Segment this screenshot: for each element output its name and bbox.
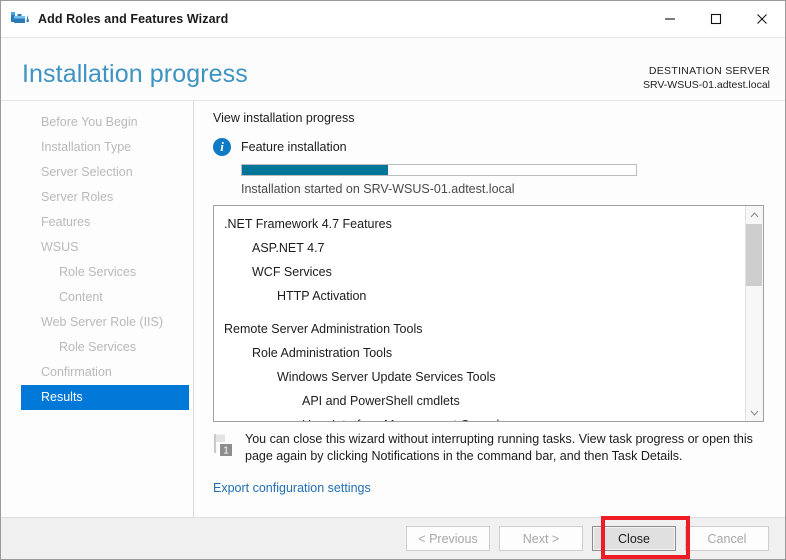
feature-installation-label: Feature installation	[241, 140, 347, 154]
add-roles-wizard-window: Add Roles and Features Wizard Installati…	[0, 0, 786, 560]
wizard-body: Before You BeginInstallation TypeServer …	[1, 101, 785, 517]
destination-server: DESTINATION SERVER SRV-WSUS-01.adtest.lo…	[643, 64, 770, 92]
list-item[interactable]: Remote Server Administration Tools	[214, 317, 745, 341]
page-header: Installation progress DESTINATION SERVER…	[1, 38, 785, 101]
close-wizard-notice-text: You can close this wizard without interr…	[245, 431, 758, 465]
installation-progress-bar	[241, 164, 637, 176]
info-icon: i	[213, 138, 231, 156]
close-button[interactable]: Close	[592, 526, 676, 551]
sidebar-item-confirmation[interactable]: Confirmation	[1, 360, 189, 385]
sidebar-item-features[interactable]: Features	[1, 210, 189, 235]
sidebar-item-role-services[interactable]: Role Services	[1, 335, 189, 360]
close-wizard-notice: 1 You can close this wizard without inte…	[213, 431, 758, 465]
list-item[interactable]: .NET Framework 4.7 Features	[214, 212, 745, 236]
window-title: Add Roles and Features Wizard	[38, 12, 228, 26]
title-bar: Add Roles and Features Wizard	[1, 1, 785, 38]
sidebar-item-before-you-begin[interactable]: Before You Begin	[1, 110, 189, 135]
wizard-footer: < Previous Next > Close Cancel	[1, 517, 785, 559]
destination-server-label: DESTINATION SERVER	[643, 64, 770, 78]
notice-line-1: You can close this wizard without interr…	[245, 432, 753, 446]
close-icon[interactable]	[739, 1, 785, 37]
installation-status-text: Installation started on SRV-WSUS-01.adte…	[241, 182, 515, 196]
wizard-content: View installation progress i Feature ins…	[194, 101, 785, 517]
export-configuration-settings-link[interactable]: Export configuration settings	[213, 481, 371, 495]
sidebar-item-server-roles[interactable]: Server Roles	[1, 185, 189, 210]
scrollbar-thumb[interactable]	[746, 224, 762, 286]
toolbox-icon	[10, 9, 30, 29]
section-label: View installation progress	[213, 111, 355, 125]
list-item[interactable]: ASP.NET 4.7	[214, 236, 745, 260]
feature-installation-row: i Feature installation	[213, 138, 347, 156]
sidebar-item-server-selection[interactable]: Server Selection	[1, 160, 189, 185]
notification-flag-icon: 1	[213, 433, 235, 459]
svg-text:1: 1	[223, 446, 229, 457]
maximize-icon[interactable]	[693, 1, 739, 37]
sidebar-item-installation-type[interactable]: Installation Type	[1, 135, 189, 160]
installed-components-list: .NET Framework 4.7 FeaturesASP.NET 4.7WC…	[214, 206, 745, 421]
chevron-up-icon[interactable]	[746, 206, 763, 223]
page-title: Installation progress	[22, 60, 248, 89]
sidebar-item-wsus[interactable]: WSUS	[1, 235, 189, 260]
list-item[interactable]: Role Administration Tools	[214, 341, 745, 365]
next-button: Next >	[499, 526, 583, 551]
listbox-scrollbar[interactable]	[745, 206, 763, 421]
list-item[interactable]: Windows Server Update Services Tools	[214, 365, 745, 389]
wizard-step-nav: Before You BeginInstallation TypeServer …	[1, 101, 194, 517]
destination-server-name: SRV-WSUS-01.adtest.local	[643, 78, 770, 92]
sidebar-item-web-server-role-iis[interactable]: Web Server Role (IIS)	[1, 310, 189, 335]
sidebar-item-role-services[interactable]: Role Services	[1, 260, 189, 285]
cancel-button: Cancel	[685, 526, 769, 551]
chevron-down-icon[interactable]	[746, 404, 763, 421]
sidebar-item-results[interactable]: Results	[21, 385, 189, 410]
sidebar-item-content[interactable]: Content	[1, 285, 189, 310]
list-item[interactable]: HTTP Activation	[214, 284, 745, 308]
notice-line-2: page again by clicking Notifications in …	[245, 449, 683, 463]
list-item[interactable]: API and PowerShell cmdlets	[214, 389, 745, 413]
previous-button: < Previous	[406, 526, 490, 551]
window-controls	[647, 1, 785, 37]
list-item[interactable]: WCF Services	[214, 260, 745, 284]
list-item[interactable]: User Interface Management Console	[214, 413, 745, 421]
installed-components-listbox[interactable]: .NET Framework 4.7 FeaturesASP.NET 4.7WC…	[213, 205, 764, 422]
installation-progress-fill	[242, 165, 388, 175]
minimize-icon[interactable]	[647, 1, 693, 37]
